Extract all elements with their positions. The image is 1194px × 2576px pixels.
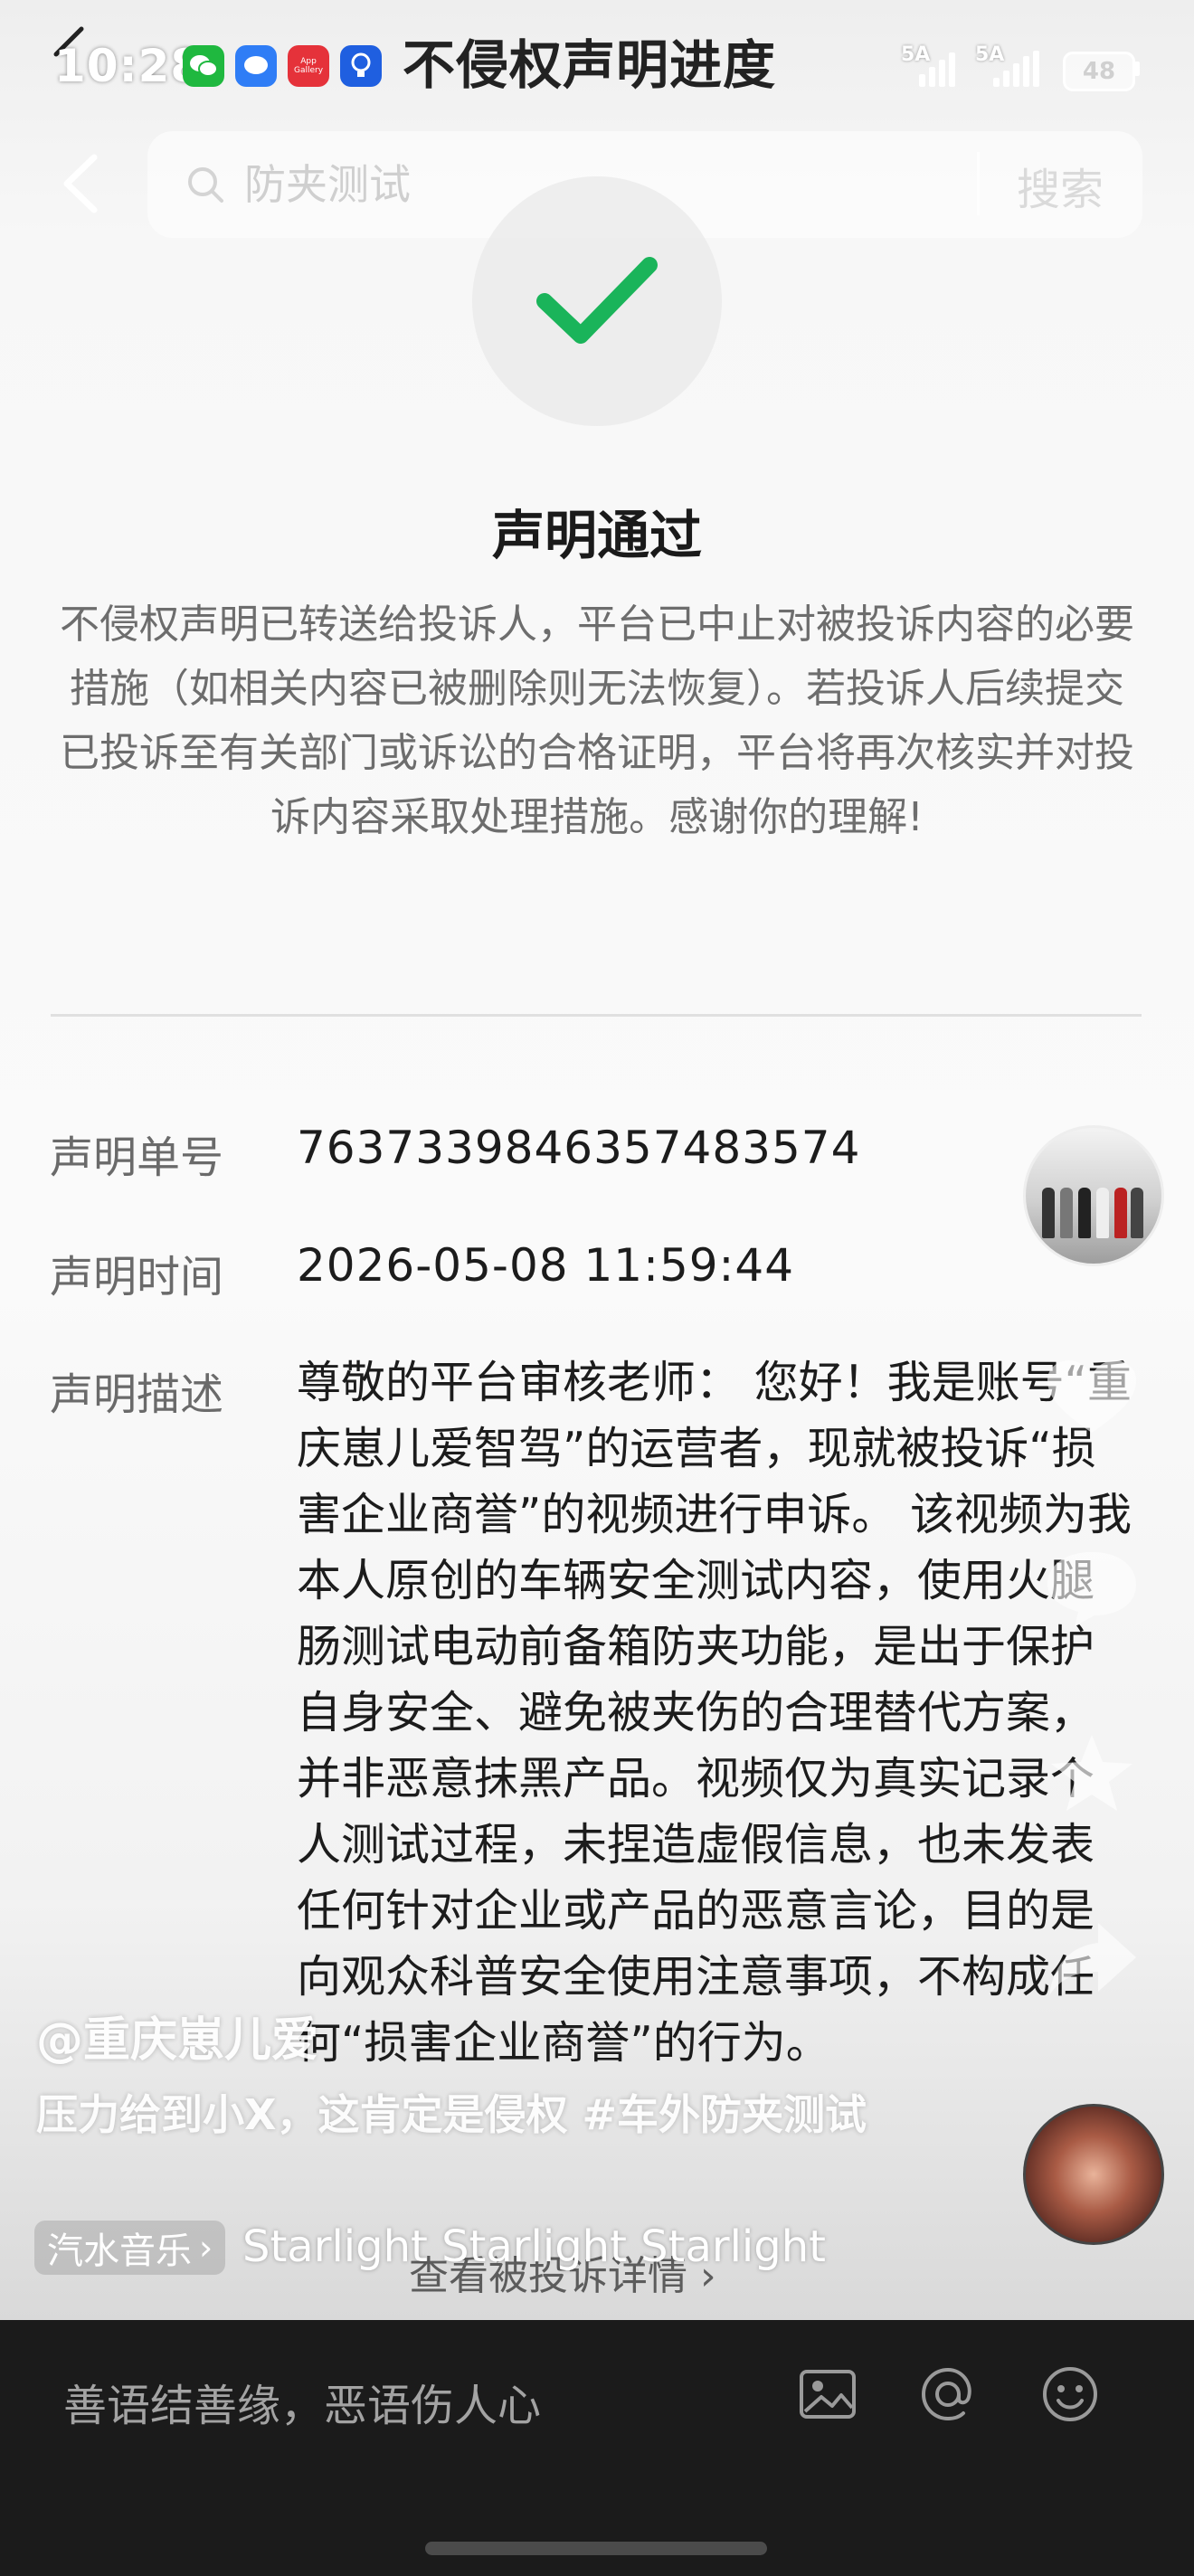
claim-description-value: 尊敬的平台审核老师： 您好！我是账号“重庆崽儿爱智驾”的运营者，现就被投诉“损害…: [297, 1357, 1132, 2069]
claim-time-value: 2026-05-08 11:59:44: [297, 1239, 795, 1292]
app-gallery-label: App Gallery: [293, 57, 324, 75]
claim-number-value: 7637339846357483574: [297, 1122, 861, 1174]
status-time: 10:28: [54, 40, 204, 92]
signal-label: 5A: [975, 43, 1005, 66]
share-icon[interactable]: [1042, 1919, 1142, 2001]
wechat-icon: [183, 45, 224, 87]
chevron-right-icon: ›: [199, 2228, 213, 2268]
bulb-icon: [340, 45, 382, 87]
result-title: 声明通过: [491, 505, 702, 566]
check-icon: [536, 257, 658, 344]
screen: 10:28 App Gallery 不侵权声明进度 5A 5A 48 防夹测试 …: [0, 0, 1194, 2320]
signal-icon: 5A: [901, 43, 964, 87]
like-icon[interactable]: [1042, 1357, 1142, 1438]
result-description: 不侵权声明已转送给投诉人，平台已中止对被投诉内容的必要措施（如相关内容已被删除则…: [60, 601, 1134, 840]
video-author[interactable]: @重庆崽儿爱: [36, 2002, 318, 2069]
mention-icon[interactable]: [918, 2364, 978, 2424]
caption-text: 压力给到小X，这肯定是侵权: [36, 2090, 583, 2139]
music-disc[interactable]: [1023, 2104, 1164, 2245]
page-title: 不侵权声明进度: [403, 34, 777, 96]
music-title[interactable]: Starlight Starlight Starlight: [242, 2221, 826, 2272]
author-avatar[interactable]: [1023, 1125, 1164, 1266]
back-arrow-icon[interactable]: [54, 152, 109, 215]
signal-icon: 5A: [975, 43, 1047, 87]
comment-input[interactable]: 善语结善缘，恶语伤人心: [63, 2370, 541, 2433]
search-input[interactable]: 防夹测试: [244, 152, 411, 212]
battery-icon: 48: [1063, 52, 1135, 91]
search-button[interactable]: 搜索: [1017, 154, 1104, 217]
battery-level: 48: [1082, 58, 1116, 85]
claim-number-label: 声明单号: [50, 1132, 224, 1183]
music-chip-label: 汽水音乐: [47, 2230, 192, 2272]
music-chip[interactable]: 汽水音乐 ›: [34, 2221, 226, 2275]
app-gallery-icon: App Gallery: [288, 45, 329, 87]
image-icon[interactable]: [798, 2364, 858, 2424]
caption-hashtag[interactable]: #车外防夹测试: [582, 2090, 867, 2139]
video-caption: 压力给到小X，这肯定是侵权 #车外防夹测试: [36, 2082, 877, 2147]
home-indicator[interactable]: [425, 2542, 767, 2555]
search-icon: [188, 167, 223, 203]
claim-description-label: 声明描述: [50, 1369, 224, 1420]
status-bar: 10:28 App Gallery 不侵权声明进度 5A 5A 48: [0, 0, 1194, 127]
claim-time-label: 声明时间: [50, 1252, 224, 1302]
signal-label: 5A: [901, 43, 931, 66]
favorite-star-icon[interactable]: [1042, 1733, 1142, 1814]
battery-tip: [1134, 62, 1140, 76]
comment-icon[interactable]: [1042, 1547, 1142, 1628]
search-divider: [977, 152, 980, 215]
message-icon: [235, 45, 277, 87]
emoji-icon[interactable]: [1040, 2364, 1100, 2424]
section-divider: [51, 1014, 1142, 1017]
